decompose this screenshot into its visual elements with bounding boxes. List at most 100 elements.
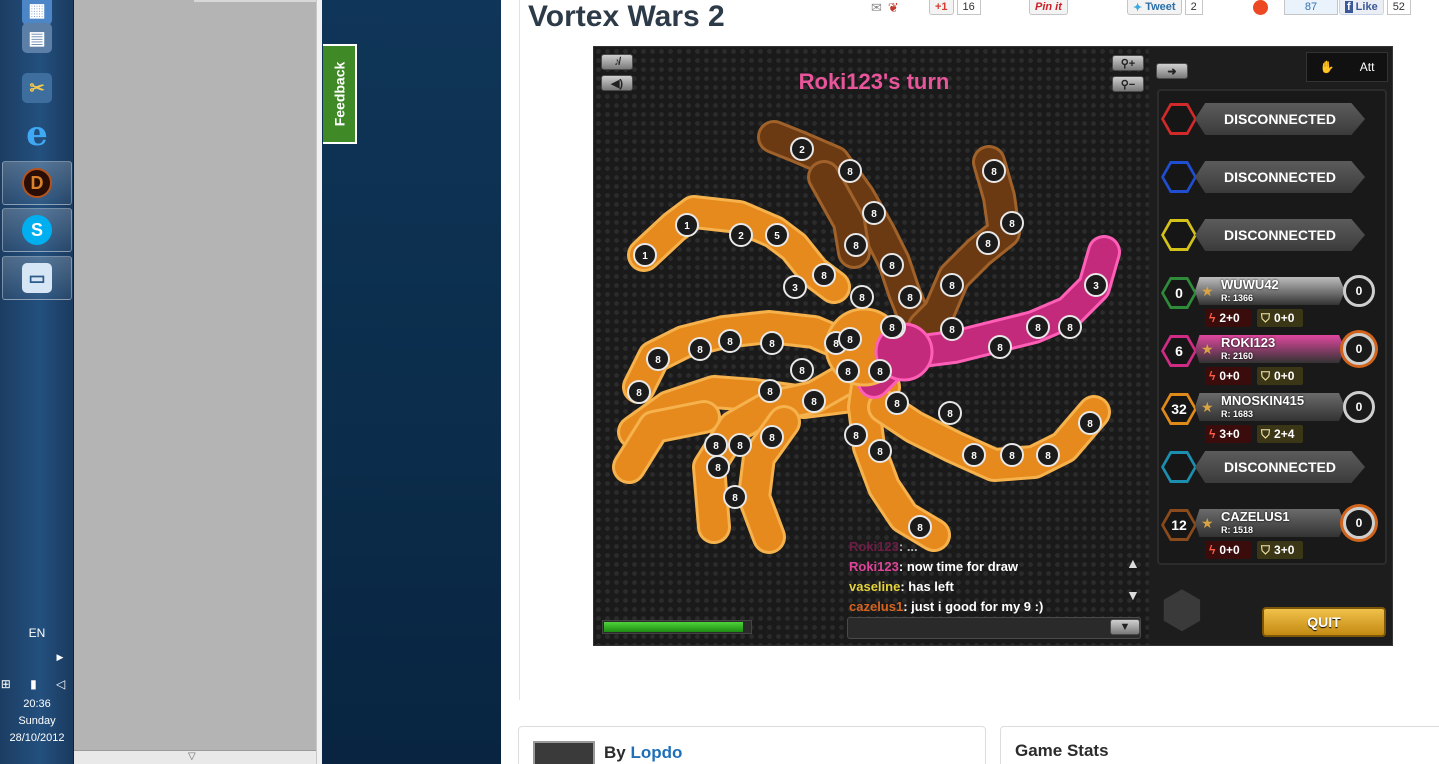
map-cell[interactable]: 8: [838, 159, 862, 183]
map-cell[interactable]: 8: [646, 347, 670, 371]
clock-day: Sunday: [18, 715, 56, 727]
zoom-out-icon[interactable]: ⚲−: [1112, 76, 1144, 92]
player-name[interactable]: ROKI123: [1221, 335, 1275, 350]
zoom-in-icon[interactable]: ⚲+: [1112, 55, 1144, 71]
pinterest-share[interactable]: Pin it: [1029, 0, 1068, 15]
network-icon[interactable]: ▤: [2, 16, 72, 60]
stumbleupon-icon[interactable]: [1253, 0, 1268, 15]
map-cell[interactable]: 8: [706, 455, 730, 479]
map-cell[interactable]: 8: [790, 358, 814, 382]
map-cell[interactable]: 8: [880, 315, 904, 339]
map-cell[interactable]: 8: [868, 439, 892, 463]
cell-value: 8: [997, 343, 1003, 354]
map-cell[interactable]: 8: [1058, 315, 1082, 339]
map-cell[interactable]: 3: [783, 275, 807, 299]
music-toggle-icon[interactable]: ♪̸: [601, 54, 633, 70]
map-cell[interactable]: 8: [988, 335, 1012, 359]
player-name[interactable]: WUWU42: [1221, 277, 1279, 292]
map-cell[interactable]: 8: [850, 285, 874, 309]
gplus-button[interactable]: +1: [929, 0, 954, 15]
map-cell[interactable]: 8: [836, 359, 860, 383]
map-cell[interactable]: 8: [627, 380, 651, 404]
chevron-down-icon[interactable]: ▽: [188, 751, 196, 762]
tweet-share[interactable]: ✦ Tweet 2: [1127, 0, 1203, 15]
map-cell[interactable]: 8: [812, 263, 836, 287]
gplus-share[interactable]: +1 16: [929, 0, 981, 15]
map-cell[interactable]: 8: [908, 515, 932, 539]
map-cell[interactable]: 8: [885, 391, 909, 415]
map-cell[interactable]: 8: [688, 337, 712, 361]
chat-send-icon[interactable]: ▼: [1110, 619, 1140, 635]
player-name[interactable]: MNOSKIN415: [1221, 393, 1304, 408]
grey-panel-scrollbar[interactable]: ▽: [74, 750, 316, 764]
facebook-like[interactable]: f Like 52: [1339, 0, 1411, 15]
author-avatar[interactable]: [533, 741, 595, 764]
map-cell[interactable]: 8: [802, 389, 826, 413]
map-cell[interactable]: 2: [729, 223, 753, 247]
map-cell[interactable]: 8: [868, 359, 892, 383]
attack-mode-toggle[interactable]: ✋ Att: [1306, 52, 1388, 82]
tray-expand-icon[interactable]: ▶: [50, 652, 70, 663]
map-cell[interactable]: 8: [976, 231, 1000, 255]
territory-arm-fill: [870, 393, 1108, 479]
map-cell[interactable]: 8: [1036, 443, 1060, 467]
game-map[interactable]: 2 8 8 8 8 8 8 8 8 1 2 5 1 3 8 8 3 8 8 8 8 8 8 8 8 8 8 8 8 8 8 8 8 8 8 8 8 8 8 8…: [594, 47, 1149, 645]
player-timer-ring: 0: [1343, 275, 1375, 307]
chat-username: vaseline: [849, 579, 901, 594]
email-share-icon[interactable]: ✉ ❦: [871, 0, 899, 15]
map-cell[interactable]: 8: [898, 285, 922, 309]
map-cell[interactable]: 8: [723, 485, 747, 509]
map-cell[interactable]: 8: [728, 433, 752, 457]
stumble-share[interactable]: 87: [1253, 0, 1338, 15]
map-cell[interactable]: 8: [862, 201, 886, 225]
map-cell[interactable]: 5: [765, 223, 789, 247]
map-cell[interactable]: 8: [938, 401, 962, 425]
tweet-button[interactable]: ✦ Tweet: [1127, 0, 1182, 15]
map-cell[interactable]: 8: [962, 443, 986, 467]
map-cell[interactable]: 8: [880, 253, 904, 277]
map-cell[interactable]: 8: [1000, 443, 1024, 467]
like-label: Like: [1355, 1, 1378, 13]
remote-desktop-icon[interactable]: ▭: [2, 256, 72, 300]
map-cell[interactable]: 3: [1084, 273, 1108, 297]
player-name[interactable]: CAZELUS1: [1221, 509, 1290, 524]
map-cell[interactable]: 8: [940, 273, 964, 297]
pinterest-button[interactable]: Pin it: [1029, 0, 1068, 15]
map-cell[interactable]: 8: [758, 379, 782, 403]
game-frame[interactable]: 2888888881251388388888888888888888888888…: [593, 46, 1393, 646]
map-cell[interactable]: 8: [844, 233, 868, 257]
diablo-icon[interactable]: D: [2, 161, 72, 205]
map-cell[interactable]: 8: [940, 317, 964, 341]
quit-button[interactable]: QUIT: [1262, 607, 1386, 637]
arrow-right-icon[interactable]: ➜: [1156, 63, 1188, 79]
map-cell[interactable]: 8: [1078, 411, 1102, 435]
chat-scroll-up-icon[interactable]: ▲: [1126, 555, 1140, 571]
map-cell[interactable]: 8: [838, 327, 862, 351]
cell-value: 3: [792, 283, 798, 294]
map-cell[interactable]: 8: [1000, 211, 1024, 235]
tools-icon[interactable]: ✂: [2, 66, 72, 110]
map-cell[interactable]: 8: [760, 425, 784, 449]
map-cell[interactable]: 8: [844, 423, 868, 447]
clock-time[interactable]: 20:36: [0, 698, 74, 710]
map-cell[interactable]: 1: [633, 243, 657, 267]
language-indicator[interactable]: EN: [0, 626, 74, 640]
map-cell[interactable]: 8: [718, 329, 742, 353]
feedback-tab[interactable]: Feedback: [323, 44, 357, 144]
attack-mode-label: Att: [1359, 60, 1375, 74]
map-cell[interactable]: 8: [1026, 315, 1050, 339]
tray-icons[interactable]: ⊞ ▮ ◁: [0, 677, 74, 691]
chat-input[interactable]: [847, 617, 1141, 639]
map-cell[interactable]: 1: [675, 213, 699, 237]
map-cell[interactable]: 8: [760, 331, 784, 355]
like-button[interactable]: f Like: [1339, 0, 1384, 15]
sound-icon[interactable]: ◀): [601, 75, 633, 91]
map-cell[interactable]: 8: [982, 159, 1006, 183]
author-link[interactable]: Lopdo: [630, 743, 682, 762]
player-rating: R: 1366: [1221, 293, 1254, 303]
chat-scroll-down-icon[interactable]: ▼: [1126, 587, 1140, 603]
internet-explorer-icon[interactable]: e: [2, 112, 72, 156]
skype-icon[interactable]: S: [2, 208, 72, 252]
map-cell[interactable]: 8: [704, 433, 728, 457]
map-cell[interactable]: 2: [790, 137, 814, 161]
